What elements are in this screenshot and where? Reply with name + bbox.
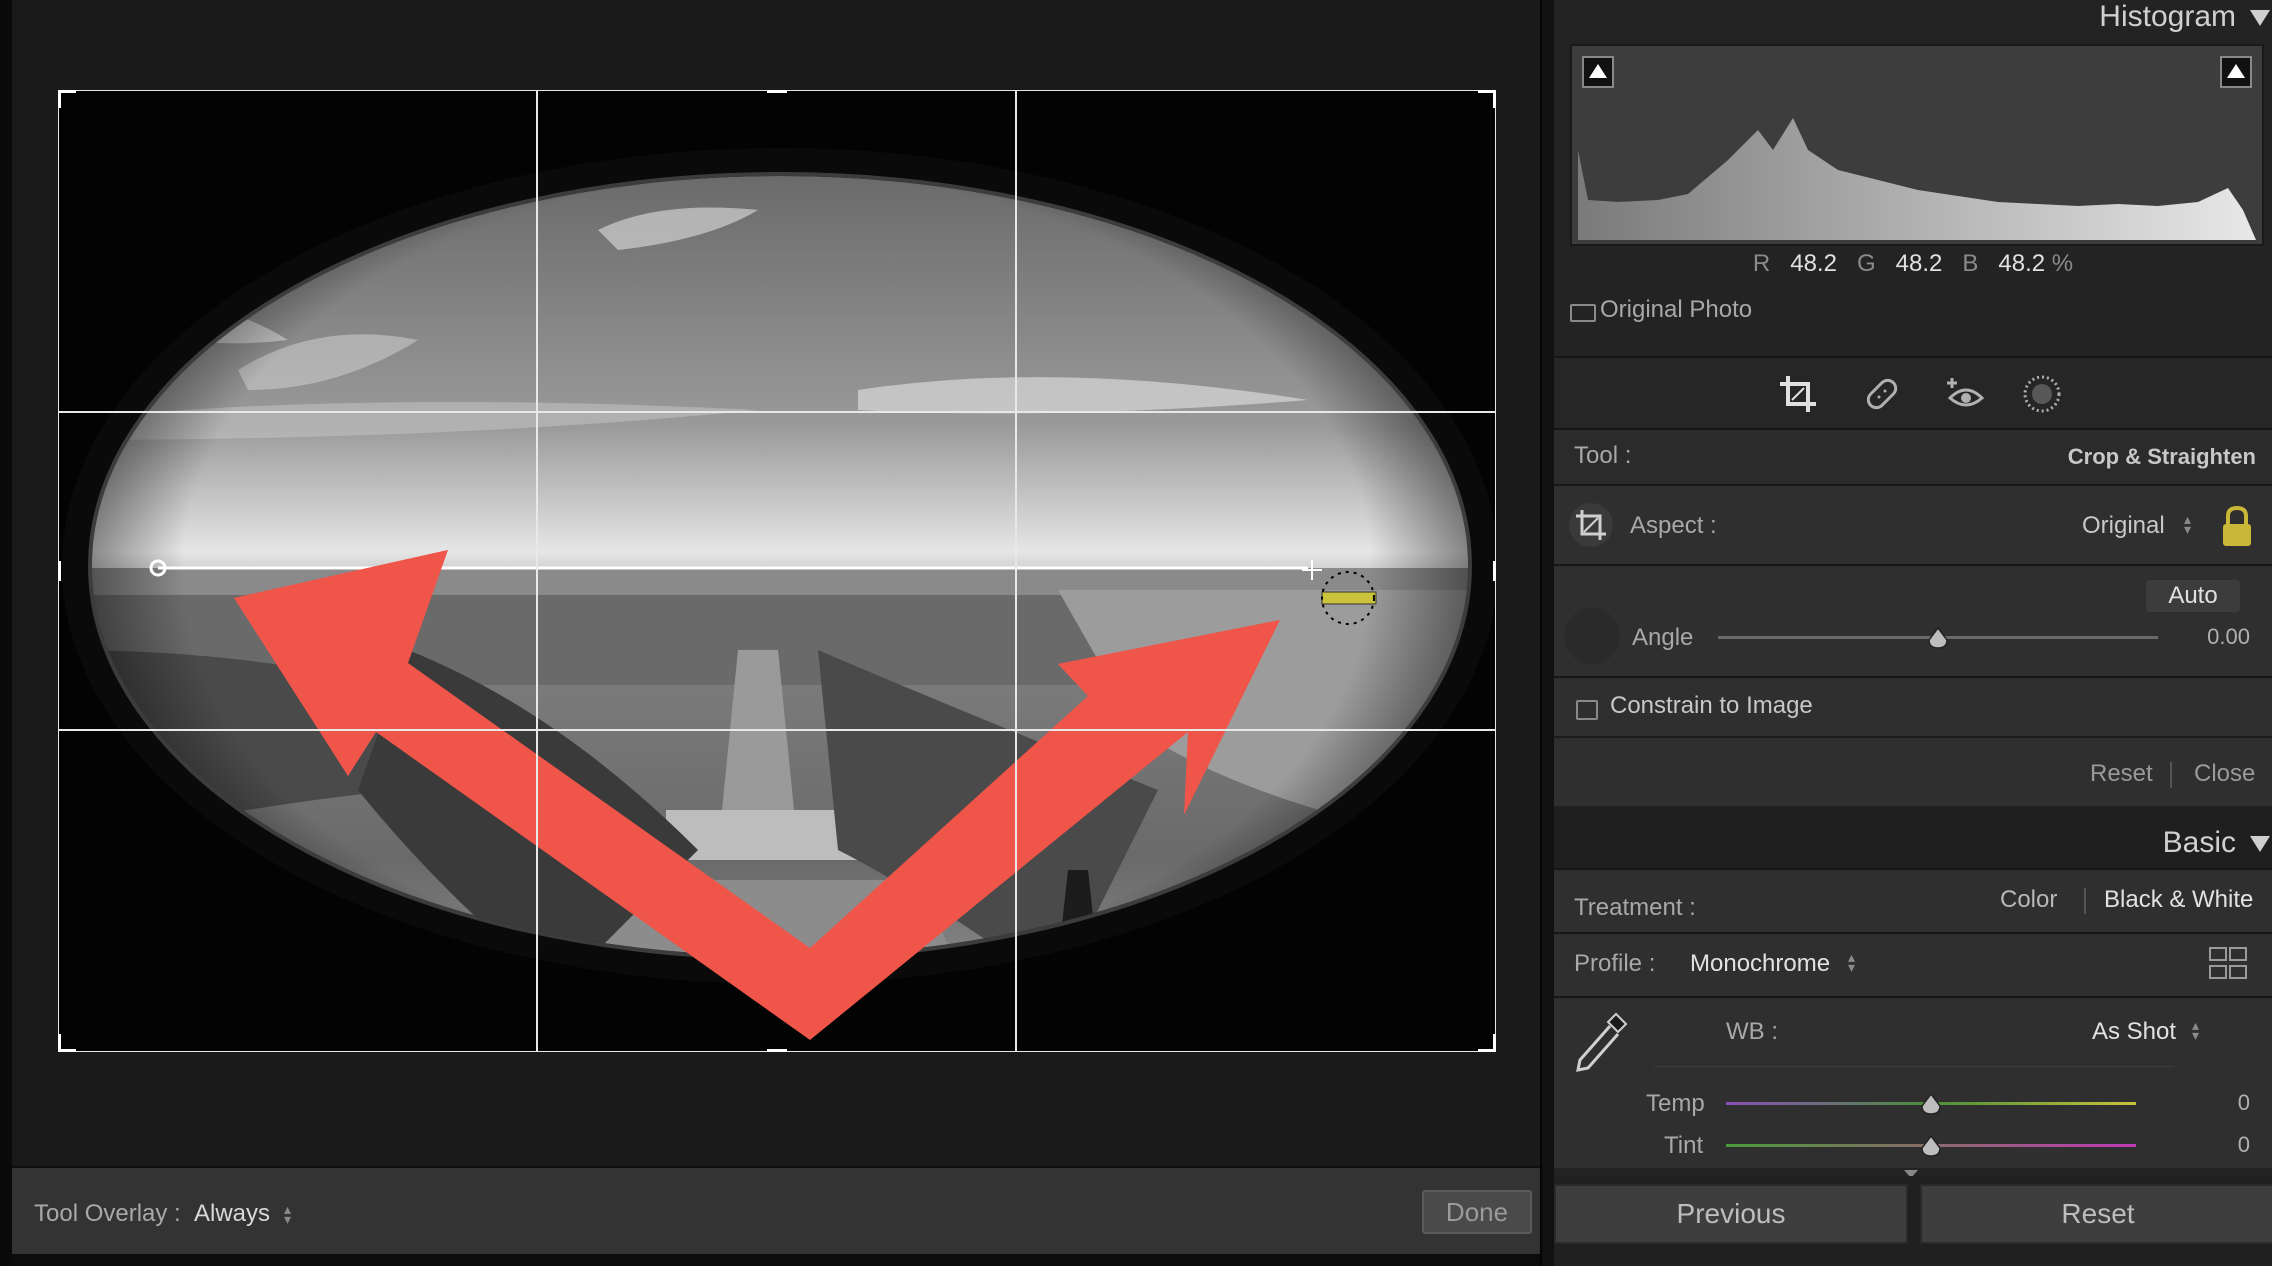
temp-value[interactable]: 0 [2238, 1090, 2250, 1116]
constrain-row: Constrain to Image [1554, 676, 2272, 738]
treatment-label: Treatment : [1574, 894, 1696, 921]
original-photo-checkbox[interactable] [1570, 304, 1596, 322]
tint-slider-thumb[interactable] [1919, 1134, 1943, 1158]
profile-select[interactable]: Monochrome [1690, 950, 1830, 978]
constrain-label: Constrain to Image [1610, 692, 1813, 719]
percent-sign: % [2051, 250, 2074, 277]
eyedropper-icon[interactable] [1572, 1010, 1630, 1076]
tool-label: Tool : [1574, 442, 1632, 469]
tint-slider[interactable] [1726, 1130, 2136, 1160]
tool-name: Crop & Straighten [2067, 444, 2256, 469]
wb-select[interactable]: As Shot [2092, 1018, 2176, 1046]
healing-icon[interactable] [1860, 372, 1904, 416]
tool-overlay-label: Tool Overlay : [34, 1200, 181, 1227]
tint-label: Tint [1664, 1132, 1704, 1159]
histogram-graph [1570, 44, 2264, 246]
profile-label: Profile : [1574, 950, 1656, 977]
r-label: R [1752, 250, 1771, 277]
basic-title: Basic [2162, 826, 2236, 859]
develop-panel: Histogram R 48.2 G 48.2 B 48.2 % Origina… [1554, 0, 2272, 1266]
crop-frame-icon[interactable] [1568, 502, 1614, 548]
action-divider [2170, 762, 2172, 788]
crop-overlay[interactable] [58, 90, 1496, 1052]
crop-actions-row: Reset Close [1554, 736, 2272, 808]
crop-close-button[interactable]: Close [2194, 760, 2255, 788]
g-value: 48.2 [1895, 250, 1943, 277]
shadow-clipping-icon[interactable] [1582, 56, 1614, 88]
constrain-checkbox[interactable] [1576, 700, 1598, 720]
image-canvas[interactable] [0, 0, 1540, 1166]
treatment-divider [2084, 888, 2086, 914]
mask-icon[interactable] [2020, 372, 2064, 416]
profile-browser-icon[interactable] [2208, 944, 2248, 984]
histogram-header[interactable]: Histogram [1554, 0, 2272, 40]
basic-collapse-icon[interactable] [2250, 836, 2270, 853]
angle-slider-thumb[interactable] [1926, 626, 1950, 650]
profile-updown-icon[interactable]: ▴ ▾ [1848, 950, 1855, 974]
tool-overlay-select[interactable]: Always [194, 1200, 270, 1228]
wb-updown-icon[interactable]: ▴ ▾ [2192, 1018, 2199, 1042]
treatment-color-option[interactable]: Color [2000, 886, 2057, 914]
highlight-clipping-icon[interactable] [2220, 56, 2252, 88]
temp-slider-thumb[interactable] [1919, 1092, 1943, 1116]
b-label: B [1962, 250, 1979, 277]
collapse-icon[interactable] [2250, 10, 2270, 27]
white-balance-section: WB : As Shot ▴ ▾ Temp 0 Tint 0 [1554, 996, 2272, 1168]
original-photo-label: Original Photo [1600, 296, 1753, 323]
aspect-updown-icon[interactable]: ▴ ▾ [2184, 512, 2191, 536]
angle-row: Auto Angle 0.00 [1554, 564, 2272, 678]
aspect-select[interactable]: Original [2082, 512, 2165, 540]
wb-label: WB : [1726, 1018, 1778, 1045]
done-button[interactable]: Done [1422, 1190, 1532, 1234]
reset-button[interactable]: Reset [1920, 1184, 2272, 1244]
lock-icon[interactable] [2220, 504, 2254, 548]
b-value: 48.2 [1998, 250, 2046, 277]
canvas-left-edge [0, 0, 12, 1266]
histogram-title: Histogram [2099, 0, 2236, 33]
redeye-icon[interactable] [1944, 372, 1988, 416]
aspect-label: Aspect : [1630, 512, 1717, 539]
temp-label: Temp [1646, 1090, 1705, 1117]
footer-buttons: Previous Reset [1554, 1176, 2272, 1266]
angle-slider[interactable] [1718, 622, 2158, 652]
bottom-toolbar: Tool Overlay : Always ▴ ▾ Done [12, 1166, 1540, 1254]
temp-slider[interactable] [1726, 1088, 2136, 1118]
treatment-bw-option[interactable]: Black & White [2104, 886, 2253, 914]
rgb-readout: R 48.2 G 48.2 B 48.2 % [1554, 250, 2272, 280]
crop-tool-row: Tool : Crop & Straighten [1554, 428, 2272, 486]
tool-overlay-updown-icon[interactable]: ▴ ▾ [284, 1202, 291, 1226]
histogram-curve [1578, 118, 2256, 240]
g-label: G [1856, 250, 1876, 277]
wb-divider [1654, 1066, 2174, 1067]
previous-button[interactable]: Previous [1554, 1184, 1908, 1244]
profile-row: Profile : Monochrome ▴ ▾ [1554, 932, 2272, 998]
tool-strip [1554, 356, 2272, 430]
angle-label: Angle [1632, 624, 1694, 651]
crop-icon[interactable] [1776, 372, 1820, 416]
crop-reset-button[interactable]: Reset [2090, 760, 2153, 788]
basic-header[interactable]: Basic [1554, 826, 2272, 866]
treatment-row: Treatment : Color Black & White [1554, 868, 2272, 934]
angle-value[interactable]: 0.00 [2207, 624, 2250, 650]
tint-value[interactable]: 0 [2238, 1132, 2250, 1158]
r-value: 48.2 [1790, 250, 1837, 277]
straighten-tool-icon[interactable] [1564, 608, 1620, 664]
auto-button[interactable]: Auto [2146, 580, 2240, 612]
aspect-row: Aspect : Original ▴ ▾ [1554, 484, 2272, 566]
